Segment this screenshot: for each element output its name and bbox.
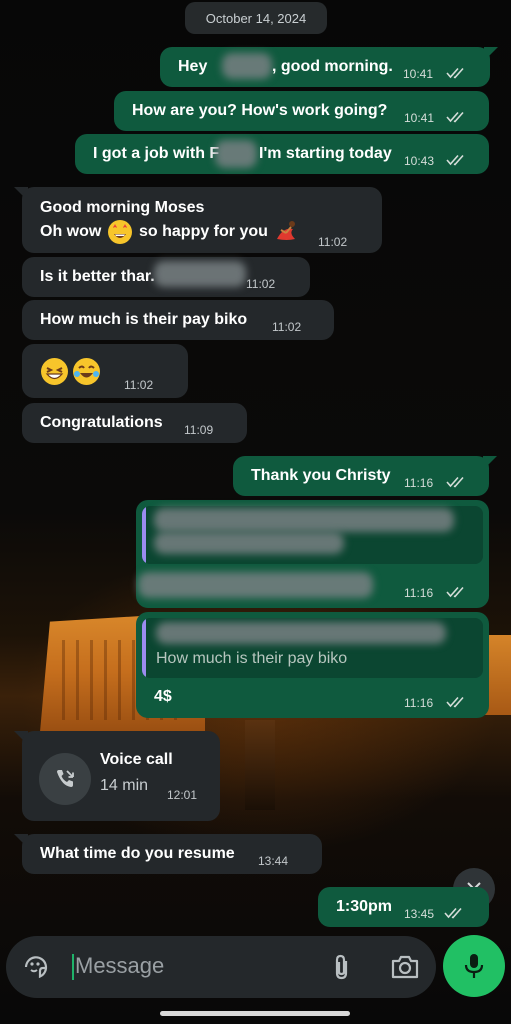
- voice-call-message[interactable]: Voice call 14 min 12:01: [22, 731, 220, 821]
- message-time: 11:02: [318, 235, 348, 249]
- message-text-line1: Good morning Moses: [40, 199, 205, 216]
- redacted-sender: [156, 622, 446, 644]
- message-outgoing[interactable]: Thank you Christy 11:16: [233, 456, 489, 496]
- message-time: 11:16: [404, 586, 434, 600]
- voice-call-title: Voice call: [100, 751, 173, 768]
- bubble-tail: [483, 456, 497, 470]
- redacted-text: [138, 572, 373, 598]
- message-outgoing-reply[interactable]: 11:16: [136, 500, 489, 608]
- message-outgoing-reply[interactable]: How much is their pay biko 4$ 11:16: [136, 612, 489, 718]
- message-text-end: , good morning.: [272, 58, 393, 75]
- redacted-text: [154, 508, 454, 532]
- message-text: How are you? How's work going?: [132, 102, 388, 119]
- quote-accent-bar: [142, 618, 146, 678]
- message-text: Thank you Christy: [251, 467, 391, 484]
- message-text-start: Hey: [178, 58, 208, 75]
- microphone-icon: [464, 954, 484, 978]
- message-text: Congratulations: [40, 414, 163, 431]
- message-text: What time do you resume: [40, 845, 235, 862]
- voice-call-duration: 14 min: [100, 777, 149, 794]
- message-outgoing[interactable]: 1:30pm 13:45: [318, 887, 489, 927]
- message-text: 4$: [154, 688, 172, 705]
- message-text: How much is their pay biko: [40, 311, 248, 328]
- message-text-end: I'm starting today: [259, 145, 392, 162]
- message-incoming[interactable]: How much is their pay biko 11:02: [22, 300, 334, 340]
- message-outgoing[interactable]: Hey , good morning. 10:41: [160, 47, 490, 87]
- message-time: 11:02: [246, 277, 276, 291]
- read-ticks-icon: [444, 907, 462, 919]
- redacted-company: [215, 140, 257, 168]
- read-ticks-icon: [446, 586, 464, 598]
- redacted-text: [154, 261, 246, 287]
- paperclip-icon[interactable]: [329, 953, 355, 981]
- read-ticks-icon: [446, 67, 464, 79]
- message-composer[interactable]: Message: [6, 936, 436, 998]
- grinning-squint-emoji-icon: [41, 358, 68, 385]
- read-ticks-icon: [446, 111, 464, 123]
- quoted-text: How much is their pay biko: [156, 650, 348, 667]
- text-cursor: [72, 954, 74, 980]
- message-time: 11:02: [124, 378, 154, 392]
- message-time: 11:16: [404, 476, 434, 490]
- message-time: 11:16: [404, 696, 434, 710]
- message-time: 13:45: [404, 907, 435, 921]
- message-text: Is it better thar.: [40, 268, 155, 285]
- home-indicator[interactable]: [160, 1011, 350, 1016]
- quoted-message[interactable]: How much is their pay biko: [142, 618, 483, 678]
- redacted-text: [154, 532, 344, 554]
- message-time: 10:41: [404, 111, 435, 125]
- redacted-name: [222, 53, 272, 79]
- voice-record-button[interactable]: [443, 935, 505, 997]
- star-struck-emoji-icon: [108, 220, 132, 244]
- message-text: 1:30pm: [336, 898, 393, 915]
- message-incoming[interactable]: Good morning Moses Oh wow so happy for y…: [22, 187, 382, 253]
- message-text-start: I got a job with F: [93, 145, 220, 162]
- message-time: 10:43: [404, 154, 435, 168]
- chat-thread[interactable]: October 14, 2024 Hey , good morning. 10:…: [0, 0, 511, 1024]
- message-time: 10:41: [403, 67, 434, 81]
- message-time: 13:44: [258, 854, 289, 868]
- dancer-emoji-icon: [277, 221, 295, 240]
- message-incoming[interactable]: Is it better thar. 11:02: [22, 257, 310, 297]
- read-ticks-icon: [446, 154, 464, 166]
- message-time: 11:02: [272, 320, 302, 334]
- message-time: 12:01: [167, 788, 198, 802]
- read-ticks-icon: [446, 476, 464, 488]
- message-incoming[interactable]: Congratulations 11:09: [22, 403, 247, 443]
- quote-accent-bar: [142, 506, 146, 564]
- message-input[interactable]: Message: [75, 953, 164, 979]
- message-incoming-emoji[interactable]: 11:02: [22, 344, 188, 398]
- message-incoming[interactable]: What time do you resume 13:44: [22, 834, 322, 874]
- tears-of-joy-emoji-icon: [73, 358, 100, 385]
- message-outgoing[interactable]: I got a job with F I'm starting today 10…: [75, 134, 489, 174]
- sticker-icon[interactable]: [22, 953, 50, 981]
- message-outgoing[interactable]: How are you? How's work going? 10:41: [114, 91, 489, 131]
- message-time: 11:09: [184, 423, 214, 437]
- read-ticks-icon: [446, 696, 464, 708]
- camera-icon[interactable]: [390, 953, 420, 981]
- message-text-line2-start: Oh wow: [40, 223, 102, 240]
- missed-call-icon: [39, 753, 91, 805]
- date-separator: October 14, 2024: [185, 2, 327, 34]
- message-text-line2-end: so happy for you: [139, 223, 268, 240]
